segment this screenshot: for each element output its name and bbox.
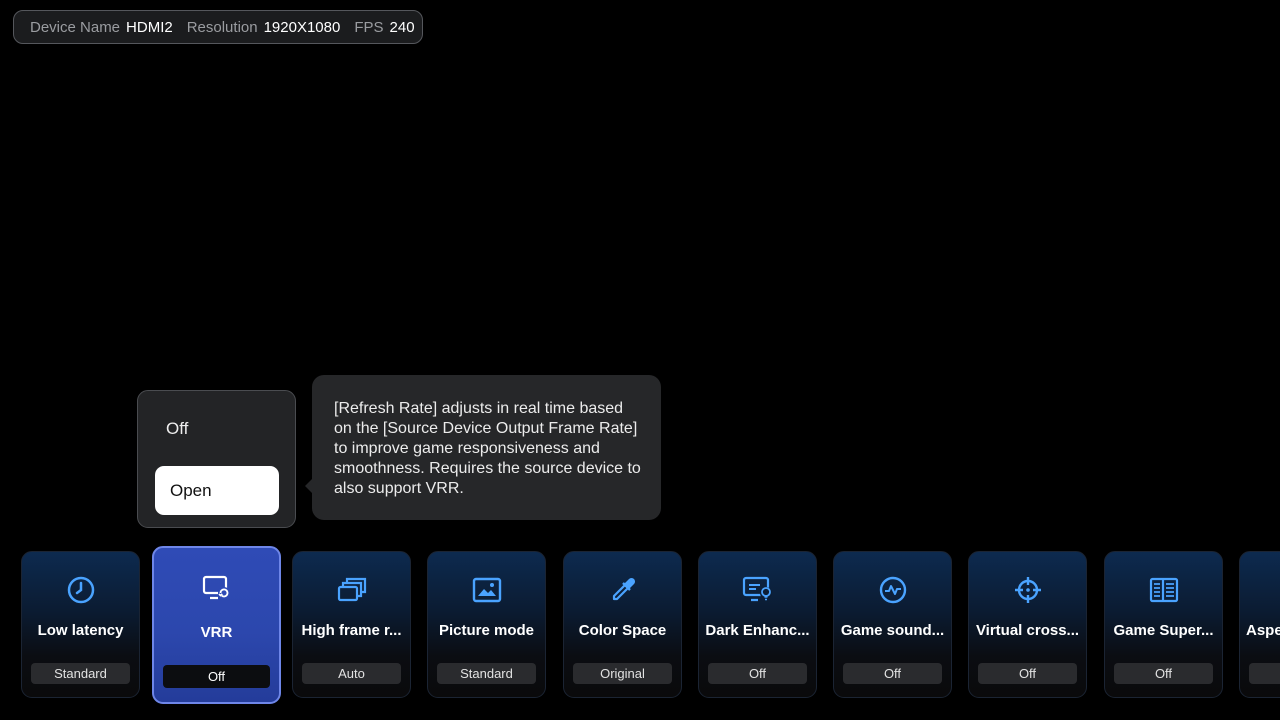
- option-off[interactable]: Off: [166, 419, 188, 439]
- card-title: High frame r...: [301, 622, 402, 639]
- picture-icon: [428, 574, 545, 606]
- card-dark-enhancement[interactable]: Dark Enhanc... Off: [698, 551, 817, 698]
- resolution-value: 1920X1080: [263, 18, 341, 36]
- vrr-options-dropdown: Off Open: [137, 390, 296, 528]
- device-name-value: HDMI2: [126, 18, 173, 36]
- fps-value: 240: [389, 18, 415, 36]
- device-info-bar: Device Name HDMI2 Resolution 1920X1080 F…: [13, 10, 423, 44]
- card-title: VRR: [200, 624, 233, 641]
- card-value: Off: [163, 665, 270, 688]
- crosshair-icon: [969, 574, 1086, 606]
- vrr-description-tooltip: [Refresh Rate] adjusts in real time base…: [305, 375, 661, 520]
- game-settings-screen: Device Name HDMI2 Resolution 1920X1080 F…: [0, 0, 1280, 720]
- card-title: Aspe: [1246, 622, 1280, 639]
- stacked-frames-icon: [293, 574, 410, 606]
- card-value: Standard: [31, 663, 130, 684]
- card-title: Game Super...: [1113, 622, 1214, 639]
- card-title: Color Space: [578, 622, 667, 639]
- card-title: Picture mode: [438, 622, 535, 639]
- card-title: Low latency: [37, 622, 124, 639]
- card-value: Auto: [302, 663, 401, 684]
- device-name-label: Device Name: [30, 18, 121, 36]
- card-value: Off: [1114, 663, 1213, 684]
- card-virtual-crosshair[interactable]: Virtual cross... Off: [968, 551, 1087, 698]
- resolution-label: Resolution: [186, 18, 258, 36]
- card-title: Game sound...: [840, 622, 945, 639]
- eyedropper-icon: [564, 574, 681, 606]
- card-picture-mode[interactable]: Picture mode Standard: [427, 551, 546, 698]
- grid-panel-icon: [1105, 574, 1222, 606]
- tooltip-text: [Refresh Rate] adjusts in real time base…: [334, 400, 641, 497]
- card-high-frame-rate[interactable]: High frame r... Auto: [292, 551, 411, 698]
- card-game-sound[interactable]: Game sound... Off: [833, 551, 952, 698]
- card-value: Off: [843, 663, 942, 684]
- card-value: Original: [573, 663, 672, 684]
- card-value: Off: [708, 663, 807, 684]
- card-title: Dark Enhanc...: [705, 622, 810, 639]
- card-title: Virtual cross...: [975, 622, 1080, 639]
- card-aspect-ratio[interactable]: Aspe: [1239, 551, 1280, 698]
- monitor-bulb-icon: [699, 574, 816, 606]
- card-color-space[interactable]: Color Space Original: [563, 551, 682, 698]
- fps-label: FPS: [354, 18, 384, 36]
- card-value: Standard: [437, 663, 536, 684]
- clock-icon: [22, 574, 139, 606]
- card-value: Off: [978, 663, 1077, 684]
- waveform-icon: [834, 574, 951, 606]
- card-low-latency[interactable]: Low latency Standard: [21, 551, 140, 698]
- option-open[interactable]: Open: [155, 466, 279, 515]
- card-game-super-resolution[interactable]: Game Super... Off: [1104, 551, 1223, 698]
- monitor-refresh-icon: [154, 572, 279, 604]
- card-value: [1249, 663, 1280, 684]
- card-vrr[interactable]: VRR Off: [152, 546, 281, 704]
